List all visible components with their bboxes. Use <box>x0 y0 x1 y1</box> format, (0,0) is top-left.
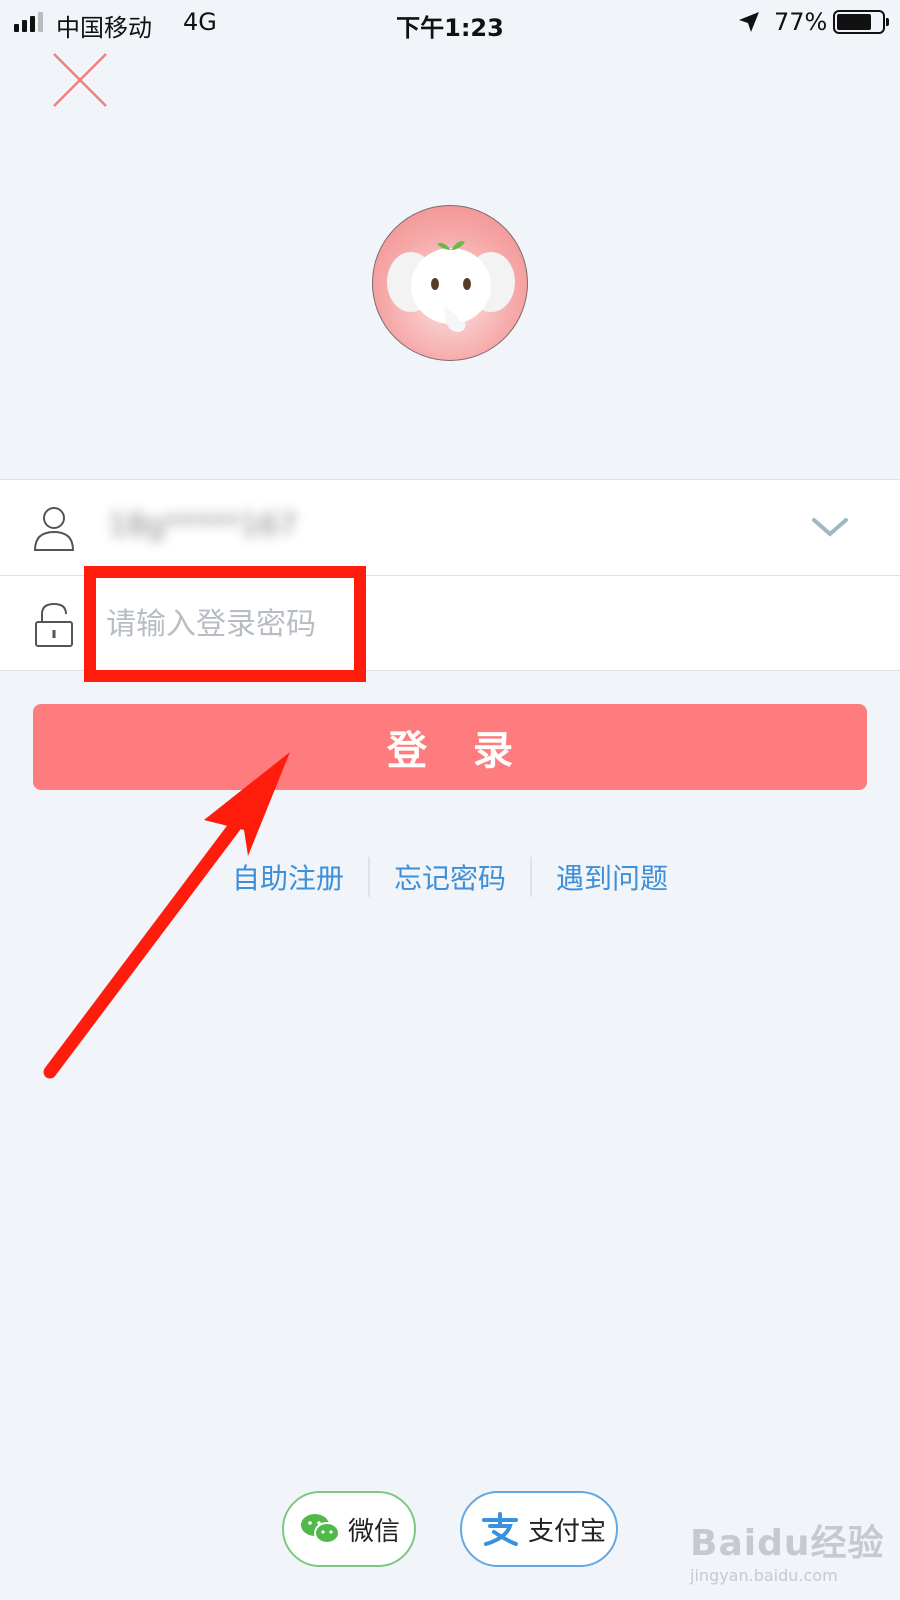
self-register-link[interactable]: 自助注册 <box>208 857 368 897</box>
login-button[interactable]: 登 录 <box>33 704 867 790</box>
wechat-icon <box>301 1514 340 1544</box>
username-row[interactable]: 18g*****167 <box>0 480 900 575</box>
status-time: 下午1:23 <box>396 14 504 42</box>
close-icon[interactable] <box>52 52 108 108</box>
watermark-sub-text: jingyan.baidu.com <box>690 1566 838 1585</box>
elephant-mascot-icon <box>387 241 515 332</box>
app-logo-avatar <box>372 205 528 361</box>
wechat-login-button[interactable]: 微信 <box>282 1491 416 1567</box>
battery-icon <box>833 10 889 34</box>
lock-icon <box>35 602 73 647</box>
location-arrow-icon <box>739 12 759 32</box>
chevron-down-icon[interactable] <box>808 510 852 546</box>
alipay-login-button[interactable]: 支付宝 <box>460 1491 618 1567</box>
password-row <box>0 575 900 670</box>
username-value: 18g*****167 <box>108 508 298 543</box>
alipay-label: 支付宝 <box>528 1516 607 1547</box>
forgot-password-link[interactable]: 忘记密码 <box>370 857 530 897</box>
help-links: 自助注册 忘记密码 遇到问题 <box>0 852 900 902</box>
battery-percent: 77% <box>774 8 828 36</box>
wechat-label: 微信 <box>348 1516 401 1547</box>
password-input[interactable] <box>106 596 806 652</box>
login-form: 18g*****167 <box>0 479 900 671</box>
status-bar: 中国移动 4G 下午1:23 77% <box>0 0 900 44</box>
trouble-link[interactable]: 遇到问题 <box>532 857 692 897</box>
baidu-watermark: Baidu经验 jingyan.baidu.com <box>690 1514 884 1585</box>
user-icon <box>33 507 75 551</box>
alipay-icon <box>482 1512 518 1546</box>
watermark-main-text: Baidu经验 <box>690 1523 885 1564</box>
